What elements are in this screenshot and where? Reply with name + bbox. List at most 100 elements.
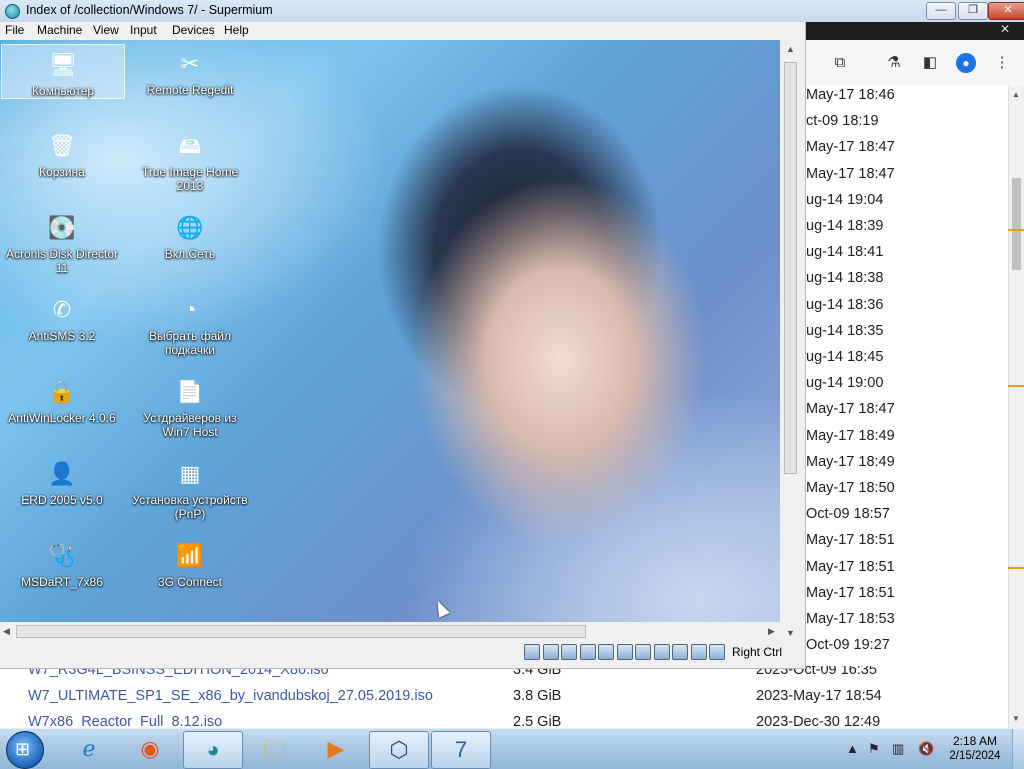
windows7-vm-icon: 7 [454, 737, 468, 762]
mouse-cursor-icon [432, 598, 450, 618]
desktop-icon[interactable]: 📄 Устдрайверов из Win7 Host [129, 372, 251, 439]
table-row: W7x86_Reactor_Full_8.12.iso 2.5 GiB 2023-D… [0, 709, 1008, 728]
desktop-icon[interactable]: 👤 ERD 2005 v5.0 [1, 454, 123, 507]
file-date: 2023-May-17 18:54 [756, 688, 882, 704]
scroll-down-icon[interactable]: ▼ [786, 628, 795, 638]
scroll-down-icon[interactable]: ▼ [1012, 714, 1020, 723]
clock-date[interactable]: 2/15/2024 [943, 750, 1007, 762]
desktop-icon[interactable]: 🩺 MSDaRT_7x86 [1, 536, 123, 589]
date-cell: ug-14 18:36 [806, 296, 884, 313]
antisms-icon: ✆ [52, 297, 72, 322]
scroll-up-icon[interactable]: ▲ [786, 44, 795, 54]
optical-drive-icon[interactable] [542, 644, 559, 660]
vm-vscroll-thumb[interactable] [784, 62, 797, 474]
taskbar-app-win7vm[interactable]: 7 [431, 731, 491, 769]
menu-file[interactable]: File [5, 23, 24, 37]
date-cell: ct-09 18:19 [806, 113, 879, 130]
file-link[interactable]: W7x86_Reactor_Full_8.12.iso [28, 709, 222, 728]
date-cell: May-17 18:53 [806, 611, 895, 627]
desktop-icon[interactable]: ✂ Remote Regedit [129, 44, 251, 97]
desktop-icon-label: Корзина [39, 165, 85, 179]
video-capture-icon[interactable] [653, 644, 670, 660]
close-button[interactable]: ✕ [988, 2, 1024, 20]
taskbar-app-supermium[interactable]: ◕ [183, 731, 243, 769]
mouse-integration-icon[interactable] [709, 644, 725, 660]
desktop-icon-label: 3G Connect [157, 575, 223, 589]
show-desktop-button[interactable] [1012, 729, 1024, 769]
virtualbox-icon: ⬡ [389, 737, 409, 762]
menu-icon[interactable]: ⋮ [992, 53, 1012, 73]
desktop-icon-label: True Image Home 2013 [141, 165, 239, 193]
profile-icon[interactable]: ● [956, 53, 976, 73]
vm-vertical-scrollbar[interactable]: ▲ ▼ [780, 40, 805, 644]
menu-view[interactable]: View [93, 23, 119, 37]
desktop-icon[interactable]: 🗑 Корзина [1, 126, 123, 179]
restore-button[interactable]: ❐ [958, 2, 988, 20]
guest-desktop[interactable]: 🖥 Компьютер ✂ Remote Regedit 🗑 Корзина 🖴 True I… [0, 40, 780, 644]
page-scrollbar-thumb[interactable] [1012, 178, 1021, 270]
taskbar-app-explorer[interactable]: 🗀 [245, 731, 303, 767]
cpu-virtualization-icon[interactable] [672, 644, 688, 660]
desktop-icon[interactable]: 🌐 Вкл.Сеть [129, 208, 251, 261]
volume-muted-icon[interactable]: 🔇 [918, 741, 934, 757]
browser-toolbar: ⧉ ⚗ ◧ ● ⋮ [806, 40, 1024, 86]
sidepanel-icon[interactable]: ◧ [920, 53, 940, 73]
audio-icon[interactable] [561, 644, 577, 660]
network-adapter-icon[interactable] [579, 644, 596, 660]
shared-folders-icon[interactable] [616, 644, 633, 660]
file-size: 2.5 GiB [513, 714, 562, 728]
desktop-icon[interactable]: 💽 Acronis Disk Director 11 [1, 208, 123, 275]
hard-disk-icon[interactable] [524, 644, 540, 660]
vm-menubar: File Machine View Input Devices Help [0, 22, 805, 40]
desktop-icon[interactable]: 🖴 True Image Home 2013 [129, 126, 251, 193]
taskbar-app-firefox[interactable]: ◉ [121, 731, 179, 767]
vm-horizontal-scrollbar[interactable]: ◀ ▶ [0, 622, 780, 642]
file-link[interactable]: W7_ULTIMATE_SP1_SE_x86_by_ivandubskoj_27… [28, 683, 433, 709]
desktop-icon-label: Установка устройств (PnP) [132, 493, 248, 521]
desktop-icon-label: AntiSMS 3.2 [28, 329, 96, 343]
file-list: W7_R3G4L_BSINSS_EDITION_2014_X86.iso 3.4 … [0, 666, 1008, 728]
desktop-icon[interactable]: 🖥 Компьютер [1, 44, 125, 99]
scroll-up-icon[interactable]: ▲ [1012, 90, 1020, 99]
close-icon[interactable]: ✕ [1000, 22, 1010, 36]
desktop-icon-label: Acronis Disk Director 11 [5, 247, 119, 275]
date-cell: May-17 18:46 [806, 87, 895, 103]
vm-window: File Machine View Input Devices Help 🖥 Компьют… [0, 22, 806, 669]
scroll-right-icon[interactable]: ▶ [768, 626, 775, 637]
page-scrollbar[interactable]: ▲ ▼ [1008, 86, 1024, 728]
menu-devices[interactable]: Devices [172, 23, 215, 37]
show-hidden-icons-icon[interactable]: ▲ [846, 741, 859, 756]
desktop-icon[interactable]: ◔ Выбрать файл подкачки [129, 290, 251, 357]
guest-additions-icon[interactable] [690, 644, 707, 660]
date-cell: ug-14 18:35 [806, 322, 884, 339]
display-icon[interactable] [635, 644, 651, 660]
desktop-icon[interactable]: 📶 3G Connect [129, 536, 251, 589]
scroll-left-icon[interactable]: ◀ [3, 626, 10, 637]
menu-machine[interactable]: Machine [37, 23, 82, 37]
supermium-icon: ◕ [206, 737, 220, 762]
desktop-icon-label: Устдрайверов из Win7 Host [143, 411, 237, 439]
vm-hscroll-thumb[interactable] [16, 625, 586, 638]
start-button[interactable]: ⊞ [6, 731, 44, 769]
desktop-icon[interactable]: ✆ AntiSMS 3.2 [1, 290, 123, 343]
directory-listing-dates: May-17 18:46 ct-09 18:19 May-17 18:47 May-1… [806, 86, 1008, 728]
network-icon[interactable]: ▥ [892, 741, 904, 757]
taskbar-app-virtualbox[interactable]: ⬡ [369, 731, 429, 769]
clock-time[interactable]: 2:18 AM [948, 734, 1002, 748]
flag-icon[interactable]: ⚑ [868, 741, 880, 757]
usb-icon[interactable] [598, 644, 614, 660]
extensions-icon[interactable]: ⧉ [830, 53, 850, 73]
taskbar-app-media[interactable]: ▶ [307, 731, 365, 767]
desktop-icon[interactable]: ▦ Установка устройств (PnP) [129, 454, 251, 521]
system-tray: ▲ ⚑ ▥ 🔇 [846, 733, 946, 765]
date-cell: May-17 18:51 [806, 532, 895, 549]
desktop-icon[interactable]: 🔒 AntiWinLocker 4.0.6 [1, 372, 123, 425]
scroll-marker [1008, 385, 1024, 387]
menu-input[interactable]: Input [130, 23, 157, 37]
labs-icon[interactable]: ⚗ [884, 53, 904, 73]
date-cell: May-17 18:47 [806, 165, 895, 182]
taskbar-app-ie[interactable]: ℯ [60, 731, 118, 767]
menu-help[interactable]: Help [224, 23, 249, 37]
regedit-icon: ✂ [180, 51, 200, 76]
minimize-button[interactable]: — [926, 2, 956, 20]
